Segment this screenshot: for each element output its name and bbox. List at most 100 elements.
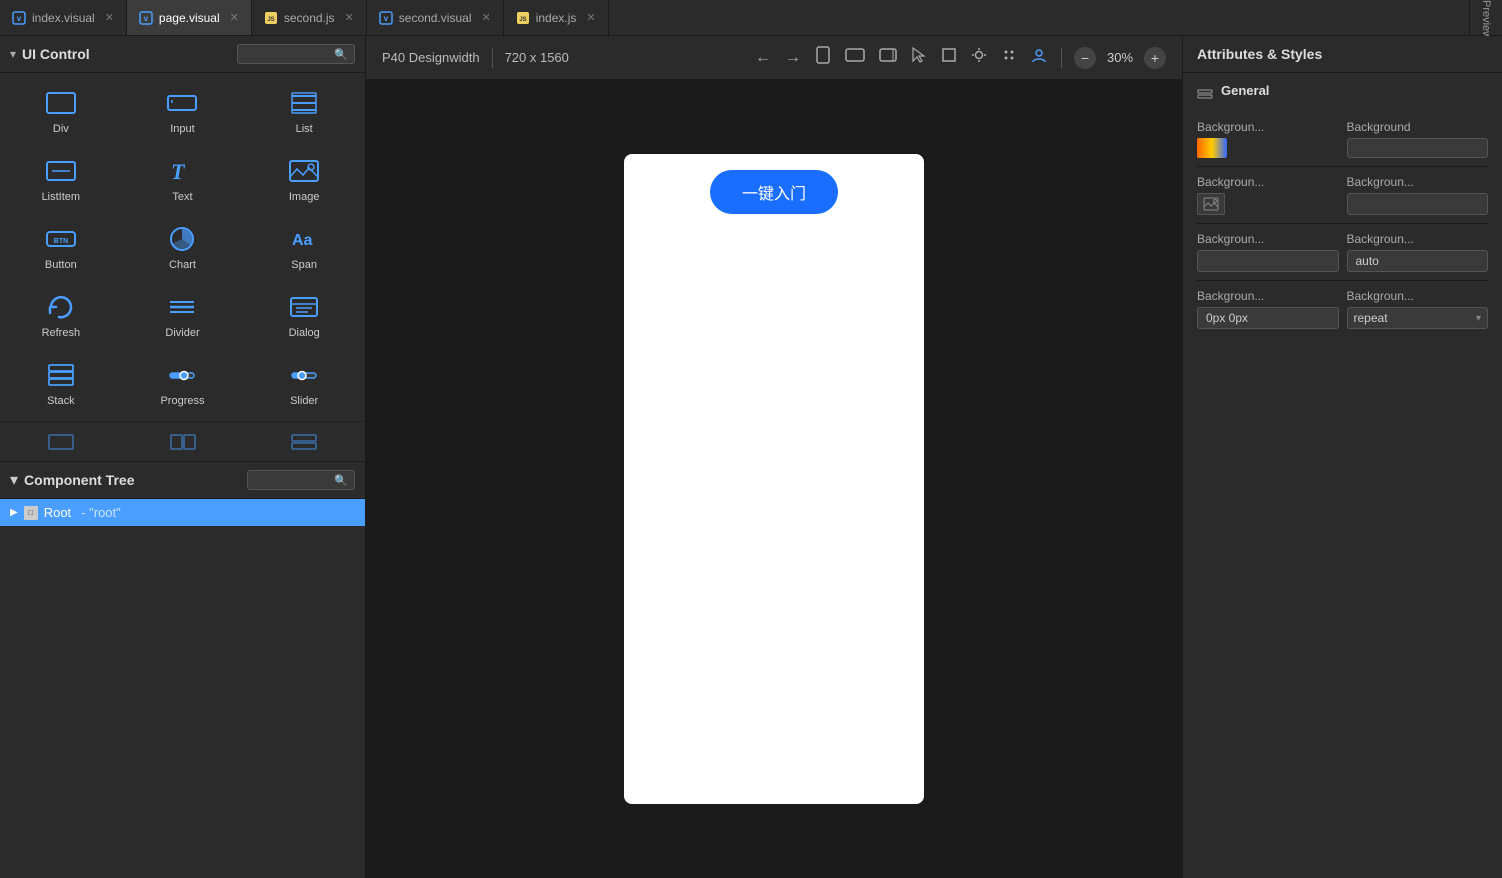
bg-value-input-2[interactable] (1347, 193, 1489, 215)
slider-icon (286, 359, 322, 391)
control-div[interactable]: Div (0, 77, 122, 145)
comp-tree-chevron[interactable]: ▾ (10, 470, 18, 490)
tab-index-js[interactable]: JS index.js ✕ (504, 0, 609, 35)
control-span[interactable]: Aa Span (243, 213, 365, 281)
attr-divider-2 (1197, 223, 1488, 224)
tab-icon-index-js: JS (516, 11, 530, 25)
ui-control-chevron[interactable]: ▾ (10, 47, 16, 61)
control-chart[interactable]: Chart (122, 213, 244, 281)
bg-color-preview[interactable] (1197, 138, 1227, 158)
phone-portrait-button[interactable] (813, 44, 833, 71)
control-list[interactable]: List (243, 77, 365, 145)
toolbar-dims: 720 x 1560 (505, 50, 569, 65)
attr-row-background-3: Backgroun... Backgroun... auto (1197, 232, 1488, 272)
attr-divider-1 (1197, 166, 1488, 167)
comp-tree-search-input[interactable] (254, 473, 334, 487)
bg-img-preview[interactable] (1197, 193, 1225, 215)
zoom-in-button[interactable]: + (1144, 47, 1166, 69)
more1-icon (43, 432, 79, 452)
undo-button[interactable]: ← (753, 47, 773, 69)
canvas-toolbar: P40 Designwidth 720 x 1560 ← → (366, 36, 1182, 80)
phone-landscape-button[interactable] (877, 46, 899, 69)
span-label: Span (291, 259, 317, 271)
component-tree-header: ▾ Component Tree 🔍 (0, 462, 365, 499)
bg-repeat-select[interactable]: repeat ▾ (1347, 307, 1489, 329)
tab-page-visual[interactable]: v page.visual ✕ (127, 0, 252, 35)
tab-second-js[interactable]: JS second.js ✕ (252, 0, 367, 35)
bg-position-input[interactable]: 0px 0px (1197, 307, 1339, 329)
progress-icon (164, 359, 200, 391)
tab-close-second-visual[interactable]: ✕ (482, 11, 491, 24)
select-arrow-icon: ▾ (1476, 313, 1481, 324)
slider-label: Slider (290, 395, 318, 407)
control-text[interactable]: T Text (122, 145, 244, 213)
refresh-icon (43, 291, 79, 323)
attr-divider-3 (1197, 280, 1488, 281)
frame-button[interactable] (939, 45, 959, 70)
tab-close-index-js[interactable]: ✕ (586, 11, 595, 24)
control-input[interactable]: Input (122, 77, 244, 145)
listitem-label: ListItem (42, 191, 81, 203)
bg-color-input-1[interactable] (1347, 138, 1489, 158)
bg-label-4: Backgroun... (1197, 289, 1339, 303)
tab-icon-index-visual: v (12, 11, 26, 25)
control-listitem[interactable]: ListItem (0, 145, 122, 213)
control-refresh[interactable]: Refresh (0, 281, 122, 349)
span-icon: Aa (286, 223, 322, 255)
tab-second-visual[interactable]: v second.visual ✕ (367, 0, 504, 35)
bg-value-3[interactable] (1197, 250, 1339, 272)
canvas-area[interactable]: 低代码入门 一键入门 (366, 80, 1182, 878)
control-progress[interactable]: Progress (122, 349, 244, 417)
tab-bar: v index.visual ✕ v page.visual ✕ JS seco… (0, 0, 1502, 36)
attr-row-background-4: Backgroun... 0px 0px Backgroun... repeat… (1197, 289, 1488, 329)
control-stack[interactable]: Stack (0, 349, 122, 417)
tab-label-page-visual: page.visual (159, 11, 220, 25)
control-button[interactable]: BTN Button (0, 213, 122, 281)
control-image[interactable]: Image (243, 145, 365, 213)
tab-icon-page-visual: v (139, 11, 153, 25)
button-icon: BTN (43, 223, 79, 255)
comp-tree-search-box: 🔍 (247, 470, 355, 490)
attr-row-background-2: Backgroun... Backgroun... (1197, 175, 1488, 215)
svg-text:T: T (171, 159, 186, 184)
bg-label-1: Backgroun... (1197, 120, 1339, 134)
control-grid: Div Input List ListItem (0, 73, 365, 421)
tab-index-visual[interactable]: v index.visual ✕ (0, 0, 127, 35)
tab-close-second-js[interactable]: ✕ (345, 11, 354, 24)
control-more-1[interactable] (0, 422, 122, 461)
svg-text:JS: JS (519, 17, 526, 23)
control-divider[interactable]: Divider (122, 281, 244, 349)
control-more-3[interactable] (243, 422, 365, 461)
tab-close-index-visual[interactable]: ✕ (105, 11, 114, 24)
comp-tree-title: Component Tree (24, 472, 241, 488)
tree-expand-icon[interactable]: ▶ (10, 507, 18, 518)
tab-close-page-visual[interactable]: ✕ (230, 11, 239, 24)
user-button[interactable] (1029, 45, 1049, 70)
bg-auto-input[interactable]: auto (1347, 250, 1489, 272)
zoom-out-button[interactable]: − (1074, 47, 1096, 69)
redo-button[interactable]: → (783, 47, 803, 69)
general-section-title: General (1221, 83, 1269, 98)
tablet-landscape-button[interactable] (843, 46, 867, 69)
control-more-2[interactable] (122, 422, 244, 461)
canvas-enter-button[interactable]: 一键入门 (710, 170, 838, 214)
phone-frame: 低代码入门 一键入门 (624, 154, 924, 804)
text-label: Text (172, 191, 192, 203)
control-dialog[interactable]: Dialog (243, 281, 365, 349)
layers-icon (1197, 86, 1213, 105)
cursor-button[interactable] (909, 45, 929, 70)
bg-value-label-1: Background (1347, 120, 1489, 134)
previewer-button[interactable]: Previewer (1469, 0, 1502, 35)
divider-label: Divider (165, 327, 199, 339)
svg-text:JS: JS (267, 17, 274, 23)
sun-button[interactable] (969, 45, 989, 70)
tree-item-root[interactable]: ▶ □ Root - "root" (0, 499, 365, 526)
root-id: - "root" (81, 505, 121, 520)
ui-control-search-input[interactable] (244, 47, 334, 61)
image-label: Image (289, 191, 320, 203)
stack-icon (43, 359, 79, 391)
grid-button[interactable] (999, 45, 1019, 70)
ui-control-header: ▾ UI Control 🔍 (0, 36, 365, 73)
right-panel-title: Attributes & Styles (1197, 46, 1322, 62)
control-slider[interactable]: Slider (243, 349, 365, 417)
